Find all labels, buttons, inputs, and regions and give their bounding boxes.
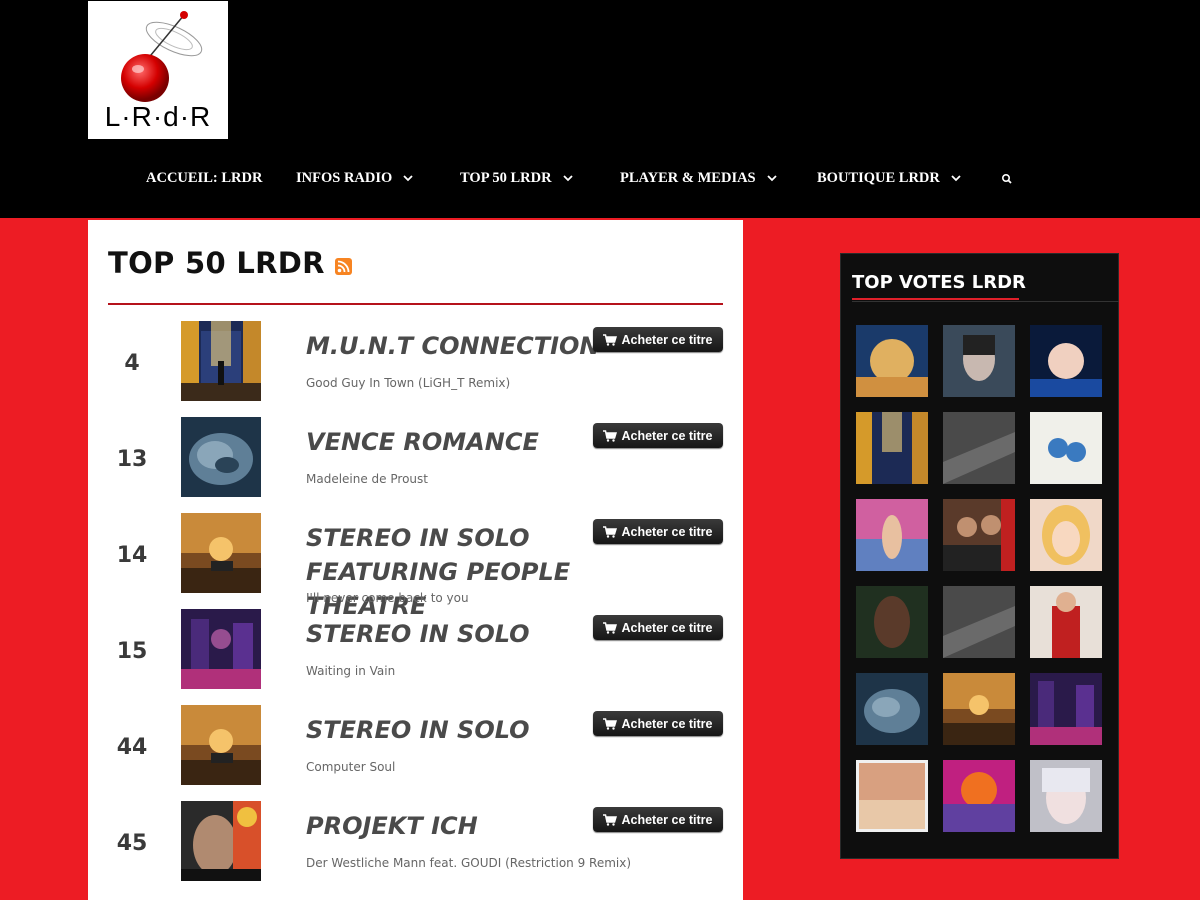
chart-entry: 15 STEREO IN SOLO Waiting in Vain Achete… — [88, 609, 743, 705]
vote-thumbnail[interactable] — [943, 412, 1015, 484]
vote-thumbnail[interactable] — [856, 325, 928, 397]
chart-entry: 45 PROJEKT ICH Der Westliche Mann feat. … — [88, 801, 743, 897]
chart-entry: 14 STEREO IN SOLO FEATURING PEOPLE THEAT… — [88, 513, 743, 620]
nav-item-boutique[interactable]: BOUTIQUE LRDR — [817, 166, 962, 190]
vote-thumbnail[interactable] — [1030, 325, 1102, 397]
buy-label: Acheter ce titre — [621, 620, 713, 635]
chart-entry: 13 VENCE ROMANCE Madeleine de Proust Ach… — [88, 417, 743, 513]
vote-thumbnail[interactable] — [1030, 760, 1102, 832]
cart-icon — [603, 525, 618, 538]
buy-label: Acheter ce titre — [621, 716, 713, 731]
chart-entry: 44 STEREO IN SOLO Computer Soul Acheter … — [88, 705, 743, 801]
rank-number: 13 — [116, 447, 148, 472]
track-title: I'll never come back to you — [306, 591, 469, 605]
nav-item-accueil[interactable]: ACCUEIL: LRDR — [146, 166, 262, 190]
track-title: Madeleine de Proust — [306, 472, 428, 486]
cart-icon — [603, 621, 618, 634]
vote-thumbnail[interactable] — [856, 760, 928, 832]
nav-label: PLAYER & MEDIAS — [620, 169, 756, 186]
track-title: Waiting in Vain — [306, 664, 396, 678]
album-cover[interactable] — [181, 609, 261, 689]
chart-entry: 4 M.U.N.T CONNECTION Good Guy In Town (L… — [88, 321, 743, 417]
track-title: Good Guy In Town (LiGH_T Remix) — [306, 376, 511, 390]
top50-panel: TOP 50 LRDR 4 M.U.N.T CONNECTION Good Gu… — [88, 220, 743, 900]
vote-thumbnail[interactable] — [856, 412, 928, 484]
rank-number: 4 — [124, 351, 140, 376]
chevron-down-icon — [403, 175, 413, 182]
album-cover[interactable] — [181, 321, 261, 401]
nav-label: ACCUEIL: LRDR — [146, 169, 263, 186]
chevron-down-icon — [562, 175, 573, 182]
album-cover[interactable] — [181, 705, 261, 785]
widget-title: TOP VOTES LRDR — [852, 272, 1026, 293]
nav-label: INFOS RADIO — [296, 169, 393, 186]
vote-thumbnail[interactable] — [856, 586, 928, 658]
cart-icon — [603, 717, 618, 730]
cart-icon — [603, 813, 618, 826]
vote-thumbnail[interactable] — [943, 760, 1015, 832]
album-cover[interactable] — [181, 801, 261, 881]
rank-number: 14 — [116, 543, 148, 568]
rank-number: 15 — [116, 639, 148, 664]
rank-number: 44 — [116, 735, 148, 760]
vote-thumbnail[interactable] — [1030, 673, 1102, 745]
nav-item-player-medias[interactable]: PLAYER & MEDIAS — [620, 166, 778, 190]
vote-thumbnail[interactable] — [856, 673, 928, 745]
track-title: Der Westliche Mann feat. GOUDI (Restrict… — [306, 856, 632, 870]
track-title: Computer Soul — [306, 760, 396, 774]
vote-thumbnail[interactable] — [943, 673, 1015, 745]
buy-button[interactable]: Acheter ce titre — [593, 807, 723, 832]
buy-button[interactable]: Acheter ce titre — [593, 519, 723, 544]
top-votes-widget: TOP VOTES LRDR — [840, 253, 1119, 859]
page-title: TOP 50 LRDR — [108, 246, 325, 280]
rank-number: 45 — [116, 831, 148, 856]
vote-thumbnail[interactable] — [943, 325, 1015, 397]
search-icon[interactable] — [999, 171, 1015, 187]
nav-label: TOP 50 LRDR — [460, 169, 552, 186]
vote-thumbnail[interactable] — [943, 499, 1015, 571]
album-cover[interactable] — [181, 513, 261, 593]
main-nav: ACCUEIL: LRDR INFOS RADIO TOP 50 LRDR PL… — [0, 166, 1200, 190]
vote-thumbnail[interactable] — [1030, 499, 1102, 571]
nav-item-top-50[interactable]: TOP 50 LRDR — [460, 166, 574, 190]
buy-label: Acheter ce titre — [621, 428, 713, 443]
vote-thumbnail[interactable] — [856, 499, 928, 571]
buy-button[interactable]: Acheter ce titre — [593, 615, 723, 640]
cart-icon — [603, 429, 618, 442]
title-divider — [108, 303, 723, 305]
vote-thumbnail[interactable] — [943, 586, 1015, 658]
buy-label: Acheter ce titre — [621, 812, 713, 827]
site-logo[interactable]: L·R·d·R — [88, 1, 228, 139]
page-title-row: TOP 50 LRDR — [108, 246, 352, 280]
widget-title-underline — [852, 298, 1019, 300]
chevron-down-icon — [766, 175, 777, 182]
widget-divider — [852, 301, 1119, 302]
buy-label: Acheter ce titre — [621, 332, 713, 347]
nav-item-infos-radio[interactable]: INFOS RADIO — [296, 166, 414, 190]
buy-button[interactable]: Acheter ce titre — [593, 327, 723, 352]
rss-icon[interactable] — [334, 257, 352, 275]
logo-text: L·R·d·R — [104, 101, 212, 132]
buy-button[interactable]: Acheter ce titre — [593, 711, 723, 736]
vote-thumbnail[interactable] — [1030, 412, 1102, 484]
vote-thumbnail[interactable] — [1030, 586, 1102, 658]
album-cover[interactable] — [181, 417, 261, 497]
site-header: L·R·d·R ACCUEIL: LRDR INFOS RADIO TOP 50… — [0, 0, 1200, 218]
buy-label: Acheter ce titre — [621, 524, 713, 539]
nav-label: BOUTIQUE LRDR — [817, 169, 940, 186]
buy-button[interactable]: Acheter ce titre — [593, 423, 723, 448]
chevron-down-icon — [951, 175, 961, 182]
cart-icon — [603, 333, 618, 346]
